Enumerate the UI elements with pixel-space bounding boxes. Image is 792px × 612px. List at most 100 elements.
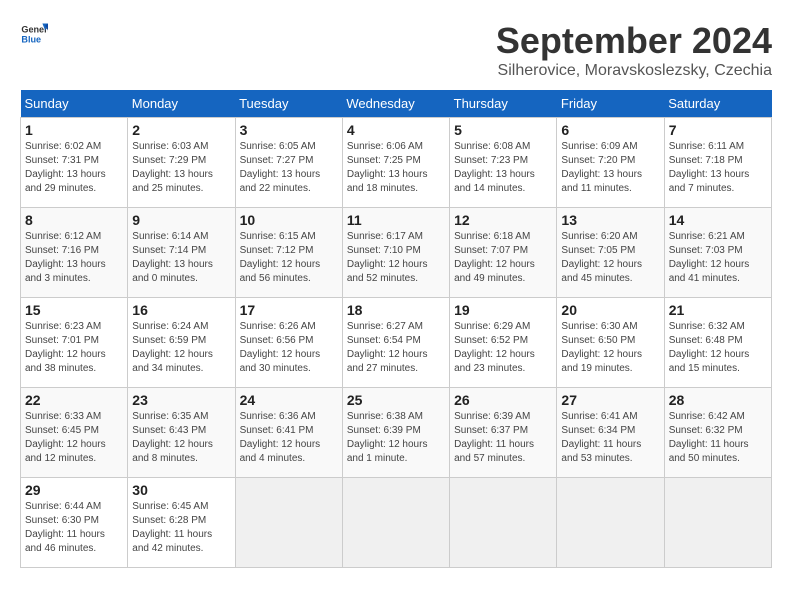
day-number: 27	[561, 392, 659, 408]
calendar-cell: 9 Sunrise: 6:14 AMSunset: 7:14 PMDayligh…	[128, 208, 235, 298]
day-number: 1	[25, 122, 123, 138]
day-number: 16	[132, 302, 230, 318]
header-cell-wednesday: Wednesday	[342, 90, 449, 118]
header-cell-tuesday: Tuesday	[235, 90, 342, 118]
calendar-cell	[557, 478, 664, 568]
calendar-cell: 8 Sunrise: 6:12 AMSunset: 7:16 PMDayligh…	[21, 208, 128, 298]
calendar-cell: 27 Sunrise: 6:41 AMSunset: 6:34 PMDaylig…	[557, 388, 664, 478]
calendar-cell	[450, 478, 557, 568]
day-info: Sunrise: 6:29 AMSunset: 6:52 PMDaylight:…	[454, 321, 535, 374]
calendar-cell: 17 Sunrise: 6:26 AMSunset: 6:56 PMDaylig…	[235, 298, 342, 388]
calendar-table: SundayMondayTuesdayWednesdayThursdayFrid…	[20, 90, 772, 568]
calendar-cell: 13 Sunrise: 6:20 AMSunset: 7:05 PMDaylig…	[557, 208, 664, 298]
day-number: 14	[669, 212, 767, 228]
calendar-cell: 25 Sunrise: 6:38 AMSunset: 6:39 PMDaylig…	[342, 388, 449, 478]
calendar-cell	[235, 478, 342, 568]
calendar-cell: 2 Sunrise: 6:03 AMSunset: 7:29 PMDayligh…	[128, 118, 235, 208]
day-info: Sunrise: 6:06 AMSunset: 7:25 PMDaylight:…	[347, 141, 428, 194]
header-cell-sunday: Sunday	[21, 90, 128, 118]
calendar-cell: 19 Sunrise: 6:29 AMSunset: 6:52 PMDaylig…	[450, 298, 557, 388]
day-info: Sunrise: 6:44 AMSunset: 6:30 PMDaylight:…	[25, 501, 105, 554]
day-number: 22	[25, 392, 123, 408]
day-number: 4	[347, 122, 445, 138]
day-info: Sunrise: 6:27 AMSunset: 6:54 PMDaylight:…	[347, 321, 428, 374]
calendar-title: September 2024	[496, 20, 772, 62]
header-cell-monday: Monday	[128, 90, 235, 118]
calendar-cell: 22 Sunrise: 6:33 AMSunset: 6:45 PMDaylig…	[21, 388, 128, 478]
day-number: 26	[454, 392, 552, 408]
calendar-cell: 14 Sunrise: 6:21 AMSunset: 7:03 PMDaylig…	[664, 208, 771, 298]
day-number: 9	[132, 212, 230, 228]
day-info: Sunrise: 6:38 AMSunset: 6:39 PMDaylight:…	[347, 411, 428, 464]
day-number: 20	[561, 302, 659, 318]
week-row-1: 1 Sunrise: 6:02 AMSunset: 7:31 PMDayligh…	[21, 118, 772, 208]
day-info: Sunrise: 6:33 AMSunset: 6:45 PMDaylight:…	[25, 411, 106, 464]
day-number: 13	[561, 212, 659, 228]
week-row-4: 22 Sunrise: 6:33 AMSunset: 6:45 PMDaylig…	[21, 388, 772, 478]
calendar-cell: 23 Sunrise: 6:35 AMSunset: 6:43 PMDaylig…	[128, 388, 235, 478]
day-number: 30	[132, 482, 230, 498]
day-info: Sunrise: 6:23 AMSunset: 7:01 PMDaylight:…	[25, 321, 106, 374]
calendar-cell: 21 Sunrise: 6:32 AMSunset: 6:48 PMDaylig…	[664, 298, 771, 388]
calendar-cell: 12 Sunrise: 6:18 AMSunset: 7:07 PMDaylig…	[450, 208, 557, 298]
day-info: Sunrise: 6:02 AMSunset: 7:31 PMDaylight:…	[25, 141, 106, 194]
day-number: 18	[347, 302, 445, 318]
calendar-cell: 18 Sunrise: 6:27 AMSunset: 6:54 PMDaylig…	[342, 298, 449, 388]
day-info: Sunrise: 6:12 AMSunset: 7:16 PMDaylight:…	[25, 231, 106, 284]
header: General Blue September 2024 Silherovice,…	[20, 20, 772, 80]
header-cell-thursday: Thursday	[450, 90, 557, 118]
header-row: SundayMondayTuesdayWednesdayThursdayFrid…	[21, 90, 772, 118]
day-number: 19	[454, 302, 552, 318]
calendar-cell	[342, 478, 449, 568]
calendar-cell: 24 Sunrise: 6:36 AMSunset: 6:41 PMDaylig…	[235, 388, 342, 478]
calendar-cell: 11 Sunrise: 6:17 AMSunset: 7:10 PMDaylig…	[342, 208, 449, 298]
calendar-cell: 16 Sunrise: 6:24 AMSunset: 6:59 PMDaylig…	[128, 298, 235, 388]
day-number: 12	[454, 212, 552, 228]
day-info: Sunrise: 6:17 AMSunset: 7:10 PMDaylight:…	[347, 231, 428, 284]
day-info: Sunrise: 6:30 AMSunset: 6:50 PMDaylight:…	[561, 321, 642, 374]
week-row-3: 15 Sunrise: 6:23 AMSunset: 7:01 PMDaylig…	[21, 298, 772, 388]
logo-icon: General Blue	[20, 20, 48, 48]
day-number: 2	[132, 122, 230, 138]
week-row-5: 29 Sunrise: 6:44 AMSunset: 6:30 PMDaylig…	[21, 478, 772, 568]
svg-text:Blue: Blue	[21, 34, 41, 44]
day-info: Sunrise: 6:15 AMSunset: 7:12 PMDaylight:…	[240, 231, 321, 284]
calendar-cell: 29 Sunrise: 6:44 AMSunset: 6:30 PMDaylig…	[21, 478, 128, 568]
calendar-cell: 3 Sunrise: 6:05 AMSunset: 7:27 PMDayligh…	[235, 118, 342, 208]
day-info: Sunrise: 6:03 AMSunset: 7:29 PMDaylight:…	[132, 141, 213, 194]
logo: General Blue	[20, 20, 48, 48]
calendar-cell: 4 Sunrise: 6:06 AMSunset: 7:25 PMDayligh…	[342, 118, 449, 208]
calendar-cell	[664, 478, 771, 568]
day-number: 7	[669, 122, 767, 138]
day-info: Sunrise: 6:42 AMSunset: 6:32 PMDaylight:…	[669, 411, 749, 464]
calendar-cell: 5 Sunrise: 6:08 AMSunset: 7:23 PMDayligh…	[450, 118, 557, 208]
header-cell-friday: Friday	[557, 90, 664, 118]
day-number: 10	[240, 212, 338, 228]
calendar-cell: 30 Sunrise: 6:45 AMSunset: 6:28 PMDaylig…	[128, 478, 235, 568]
day-number: 25	[347, 392, 445, 408]
calendar-cell: 10 Sunrise: 6:15 AMSunset: 7:12 PMDaylig…	[235, 208, 342, 298]
calendar-cell: 7 Sunrise: 6:11 AMSunset: 7:18 PMDayligh…	[664, 118, 771, 208]
day-number: 28	[669, 392, 767, 408]
header-cell-saturday: Saturday	[664, 90, 771, 118]
day-number: 24	[240, 392, 338, 408]
day-info: Sunrise: 6:14 AMSunset: 7:14 PMDaylight:…	[132, 231, 213, 284]
day-number: 6	[561, 122, 659, 138]
day-info: Sunrise: 6:26 AMSunset: 6:56 PMDaylight:…	[240, 321, 321, 374]
day-info: Sunrise: 6:32 AMSunset: 6:48 PMDaylight:…	[669, 321, 750, 374]
day-number: 3	[240, 122, 338, 138]
day-info: Sunrise: 6:45 AMSunset: 6:28 PMDaylight:…	[132, 501, 212, 554]
day-info: Sunrise: 6:35 AMSunset: 6:43 PMDaylight:…	[132, 411, 213, 464]
day-info: Sunrise: 6:08 AMSunset: 7:23 PMDaylight:…	[454, 141, 535, 194]
day-info: Sunrise: 6:24 AMSunset: 6:59 PMDaylight:…	[132, 321, 213, 374]
day-number: 21	[669, 302, 767, 318]
day-info: Sunrise: 6:21 AMSunset: 7:03 PMDaylight:…	[669, 231, 750, 284]
day-info: Sunrise: 6:36 AMSunset: 6:41 PMDaylight:…	[240, 411, 321, 464]
day-number: 29	[25, 482, 123, 498]
title-area: September 2024 Silherovice, Moravskoslez…	[496, 20, 772, 80]
calendar-cell: 1 Sunrise: 6:02 AMSunset: 7:31 PMDayligh…	[21, 118, 128, 208]
day-info: Sunrise: 6:39 AMSunset: 6:37 PMDaylight:…	[454, 411, 534, 464]
day-number: 5	[454, 122, 552, 138]
day-number: 17	[240, 302, 338, 318]
calendar-cell: 6 Sunrise: 6:09 AMSunset: 7:20 PMDayligh…	[557, 118, 664, 208]
